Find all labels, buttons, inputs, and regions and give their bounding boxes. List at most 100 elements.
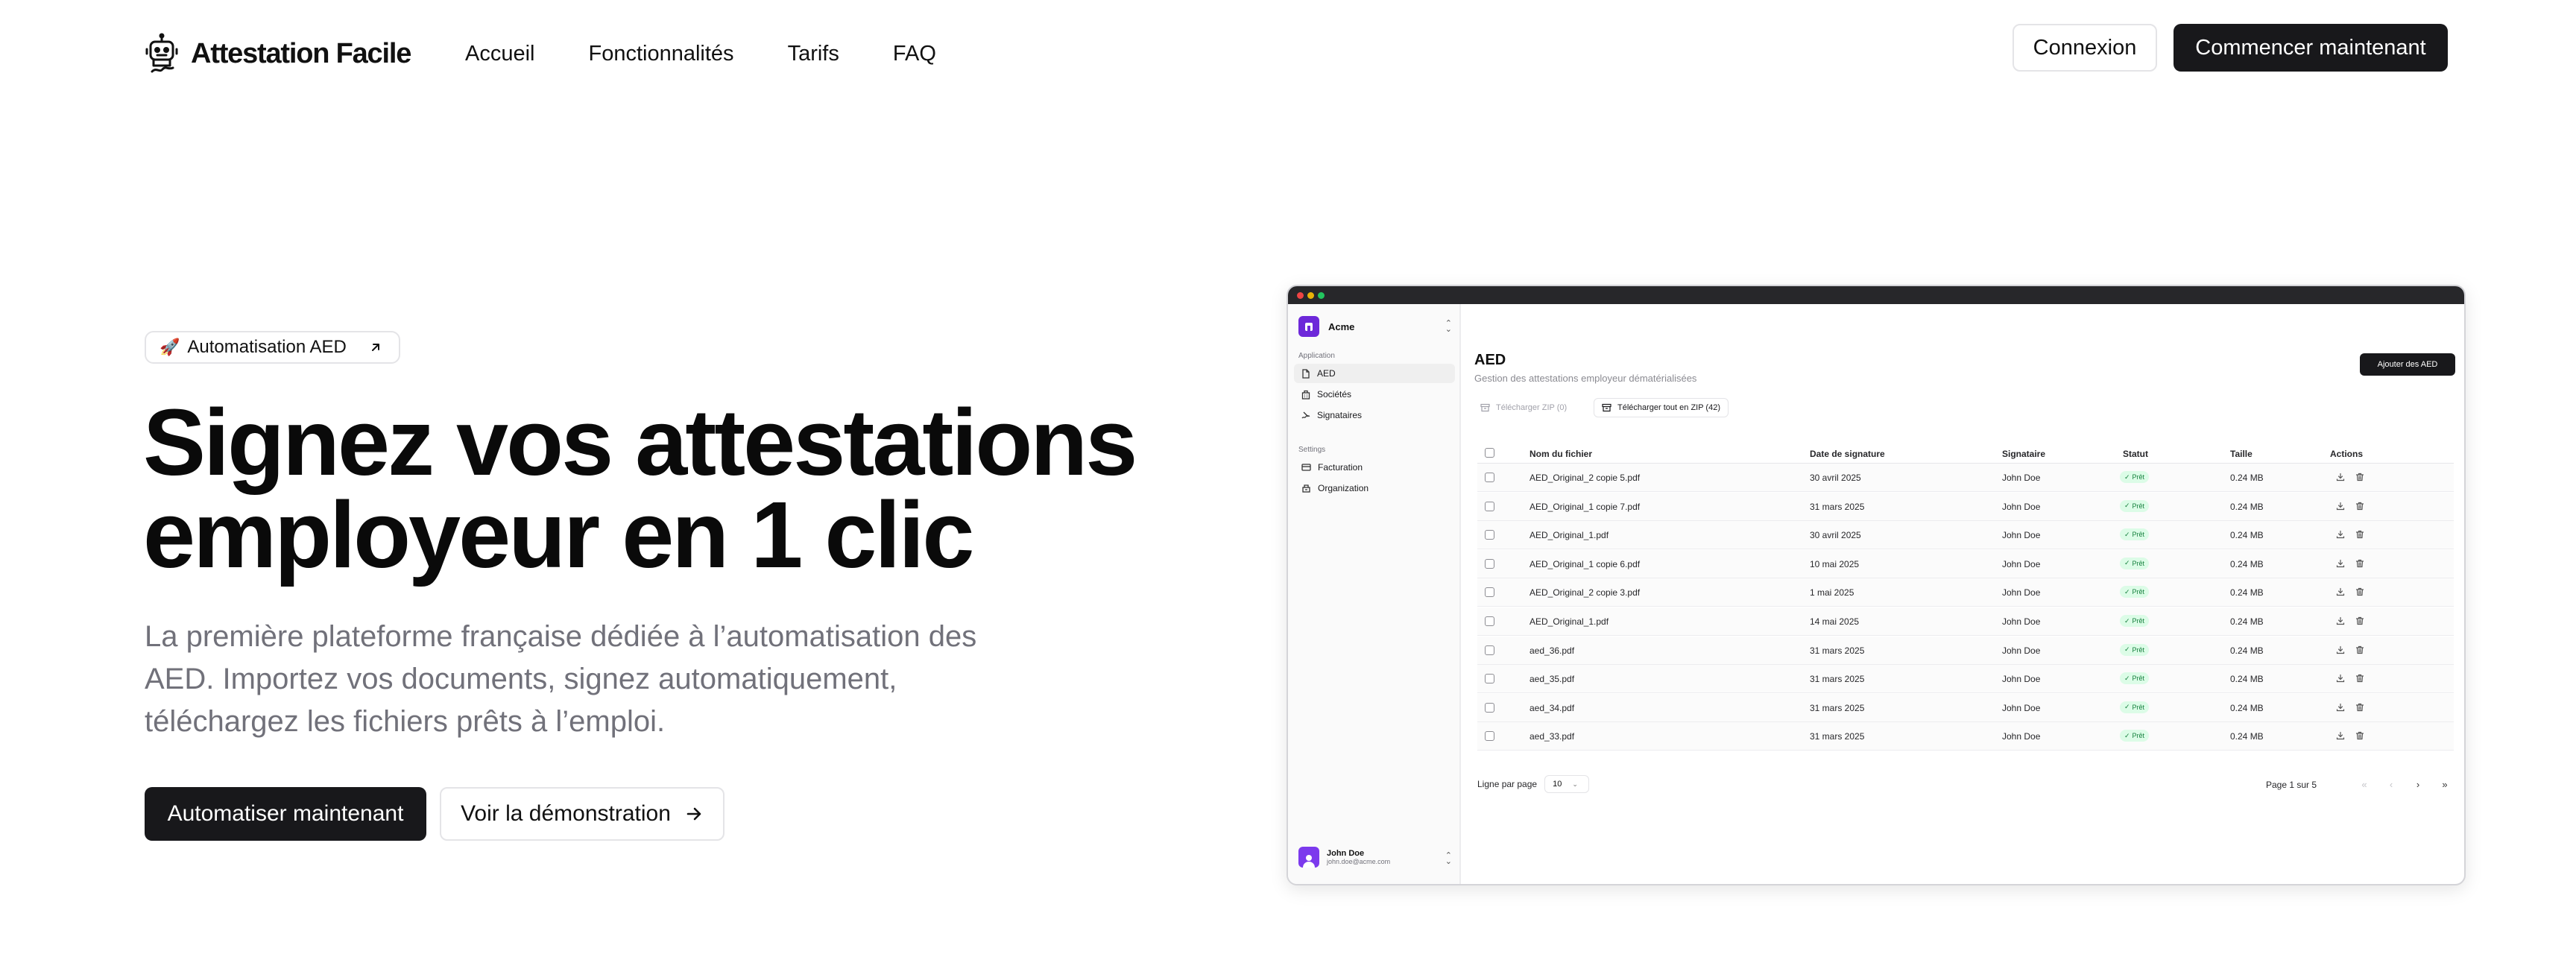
download-all-zip-label: Télécharger tout en ZIP (42) [1617,403,1720,412]
add-aed-button[interactable]: Ajouter des AED [2360,353,2455,376]
trash-icon[interactable] [2355,472,2364,485]
status-label: Prêt [2132,473,2145,481]
cell-size: 0.24 MB [2230,702,2264,713]
download-icon[interactable] [2336,529,2345,543]
next-page-button[interactable]: › [2408,775,2428,793]
feature-badge[interactable]: 🚀 Automatisation AED [145,331,400,364]
login-button[interactable]: Connexion [2012,24,2157,72]
user-menu[interactable]: John Doe john.doe@acme.com ⌃ ⌄ [1298,844,1452,871]
sidebar-group-application: Application [1298,352,1335,360]
download-icon[interactable] [2336,673,2345,686]
nav-link-tarifs[interactable]: Tarifs [788,39,839,69]
status-badge: ✓ Prêt [2120,615,2150,627]
cell-signer: John Doe [2002,645,2041,656]
table-row[interactable]: AED_Original_1 copie 6.pdf 10 mai 2025 Joh… [1477,549,2454,578]
download-all-zip-button[interactable]: Télécharger tout en ZIP (42) [1594,398,1729,417]
hero-subtitle-line-3: téléchargez les fichiers prêts à l’emplo… [145,705,666,738]
sidebar-item-label: Organization [1318,483,1369,493]
trash-icon[interactable] [2355,702,2364,716]
file-icon [1302,368,1310,379]
row-checkbox[interactable] [1485,645,1494,655]
status-badge: ✓ Prêt [2120,730,2150,742]
brand-logo[interactable]: Attestation Facile [145,33,411,75]
table-row[interactable]: aed_36.pdf 31 mars 2025 John Doe ✓ Prêt 0.24 … [1477,636,2454,665]
table-row[interactable]: AED_Original_2 copie 3.pdf 1 mai 2025 John… [1477,578,2454,607]
download-selected-zip-button[interactable]: Télécharger ZIP (0) [1474,398,1573,417]
status-label: Prêt [2132,617,2145,625]
status-label: Prêt [2132,645,2145,654]
trash-icon[interactable] [2355,587,2364,600]
select-all-checkbox[interactable] [1485,448,1494,458]
cell-file-name: aed_36.pdf [1530,645,1575,656]
download-icon[interactable] [2336,587,2345,600]
start-now-button[interactable]: Commencer maintenant [2174,24,2448,72]
row-checkbox[interactable] [1485,558,1494,569]
building-icon [1301,390,1310,400]
hero-title-line-1: Signez vos attestations [143,390,1137,495]
download-icon[interactable] [2336,472,2345,485]
column-header-file: Nom du fichier [1530,449,1593,459]
sidebar-item-organization[interactable]: Organization [1294,479,1455,498]
sidebar-group-settings: Settings [1298,446,1326,454]
status-badge: ✓ Prêt [2120,672,2150,685]
trash-icon[interactable] [2355,730,2364,744]
table-row[interactable]: aed_33.pdf 31 mars 2025 John Doe ✓ Prêt 0.24 … [1477,722,2454,751]
download-icon[interactable] [2336,558,2345,572]
row-checkbox[interactable] [1485,473,1494,482]
trash-icon[interactable] [2355,616,2364,629]
sidebar-item-label: AED [1317,368,1336,379]
cell-file-name: aed_34.pdf [1530,702,1575,713]
archive-icon [1480,403,1490,412]
trash-icon[interactable] [2355,645,2364,658]
trash-icon[interactable] [2355,501,2364,514]
nav-link-accueil[interactable]: Accueil [465,39,535,69]
table-row[interactable]: AED_Original_1.pdf 30 avril 2025 John Doe ✓… [1477,521,2454,550]
sidebar-item-societes[interactable]: Sociétés [1294,385,1455,404]
cell-signature-date: 31 mars 2025 [1810,645,1865,656]
row-checkbox[interactable] [1485,731,1494,742]
status-label: Prêt [2132,675,2145,683]
download-icon[interactable] [2336,616,2345,629]
table-row[interactable]: AED_Original_1.pdf 14 mai 2025 John Doe ✓ Pr… [1477,607,2454,636]
status-label: Prêt [2132,732,2145,740]
table-row[interactable]: AED_Original_2 copie 5.pdf 30 avril 2025 J… [1477,464,2454,492]
row-checkbox[interactable] [1485,702,1494,713]
download-icon[interactable] [2336,730,2345,744]
trash-icon[interactable] [2355,673,2364,686]
trash-icon[interactable] [2355,529,2364,543]
first-page-button[interactable]: « [2354,775,2375,793]
download-icon[interactable] [2336,645,2345,658]
last-page-button[interactable]: » [2434,775,2455,793]
status-badge: ✓ Prêt [2120,499,2150,512]
download-icon[interactable] [2336,702,2345,716]
nav-link-faq[interactable]: FAQ [893,39,936,69]
row-checkbox[interactable] [1485,501,1494,511]
previous-page-button[interactable]: ‹ [2381,775,2402,793]
sidebar-item-signataires[interactable]: Signataires [1294,405,1455,425]
sidebar-item-facturation[interactable]: Facturation [1294,458,1455,477]
cell-signature-date: 31 mars 2025 [1810,674,1865,685]
sidebar-item-aed[interactable]: AED [1294,364,1455,383]
rows-per-page-select[interactable]: 10 ⌄ [1544,775,1590,793]
table-row[interactable]: aed_34.pdf 31 mars 2025 John Doe ✓ Prêt 0.24 … [1477,693,2454,722]
row-checkbox[interactable] [1485,674,1494,684]
table-row[interactable]: aed_35.pdf 31 mars 2025 John Doe ✓ Prêt 0.24 … [1477,665,2454,694]
organization-icon [1302,484,1310,493]
cell-file-name: AED_Original_1 copie 7.pdf [1530,501,1641,512]
row-checkbox[interactable] [1485,616,1494,626]
cell-size: 0.24 MB [2230,473,2264,483]
org-switcher[interactable]: Acme ⌃ ⌄ [1298,315,1452,338]
row-checkbox[interactable] [1485,587,1494,598]
trash-icon[interactable] [2355,558,2364,572]
download-icon[interactable] [2336,501,2345,514]
watch-demo-button[interactable]: Voir la démonstration [440,787,724,841]
table-row[interactable]: AED_Original_1 copie 7.pdf 31 mars 2025 Jo… [1477,492,2454,521]
nav-link-fonctionnalites[interactable]: Fonctionnalités [589,39,734,69]
rows-per-page: Ligne par page 10 ⌄ [1477,775,1590,793]
user-email: john.doe@acme.com [1327,858,1391,865]
automate-now-button[interactable]: Automatiser maintenant [145,787,426,841]
page-subtitle: Gestion des attestations employeur démat… [1474,373,1697,384]
cell-signature-date: 31 mars 2025 [1810,501,1865,512]
cell-signer: John Doe [2002,731,2041,742]
row-checkbox[interactable] [1485,530,1494,540]
